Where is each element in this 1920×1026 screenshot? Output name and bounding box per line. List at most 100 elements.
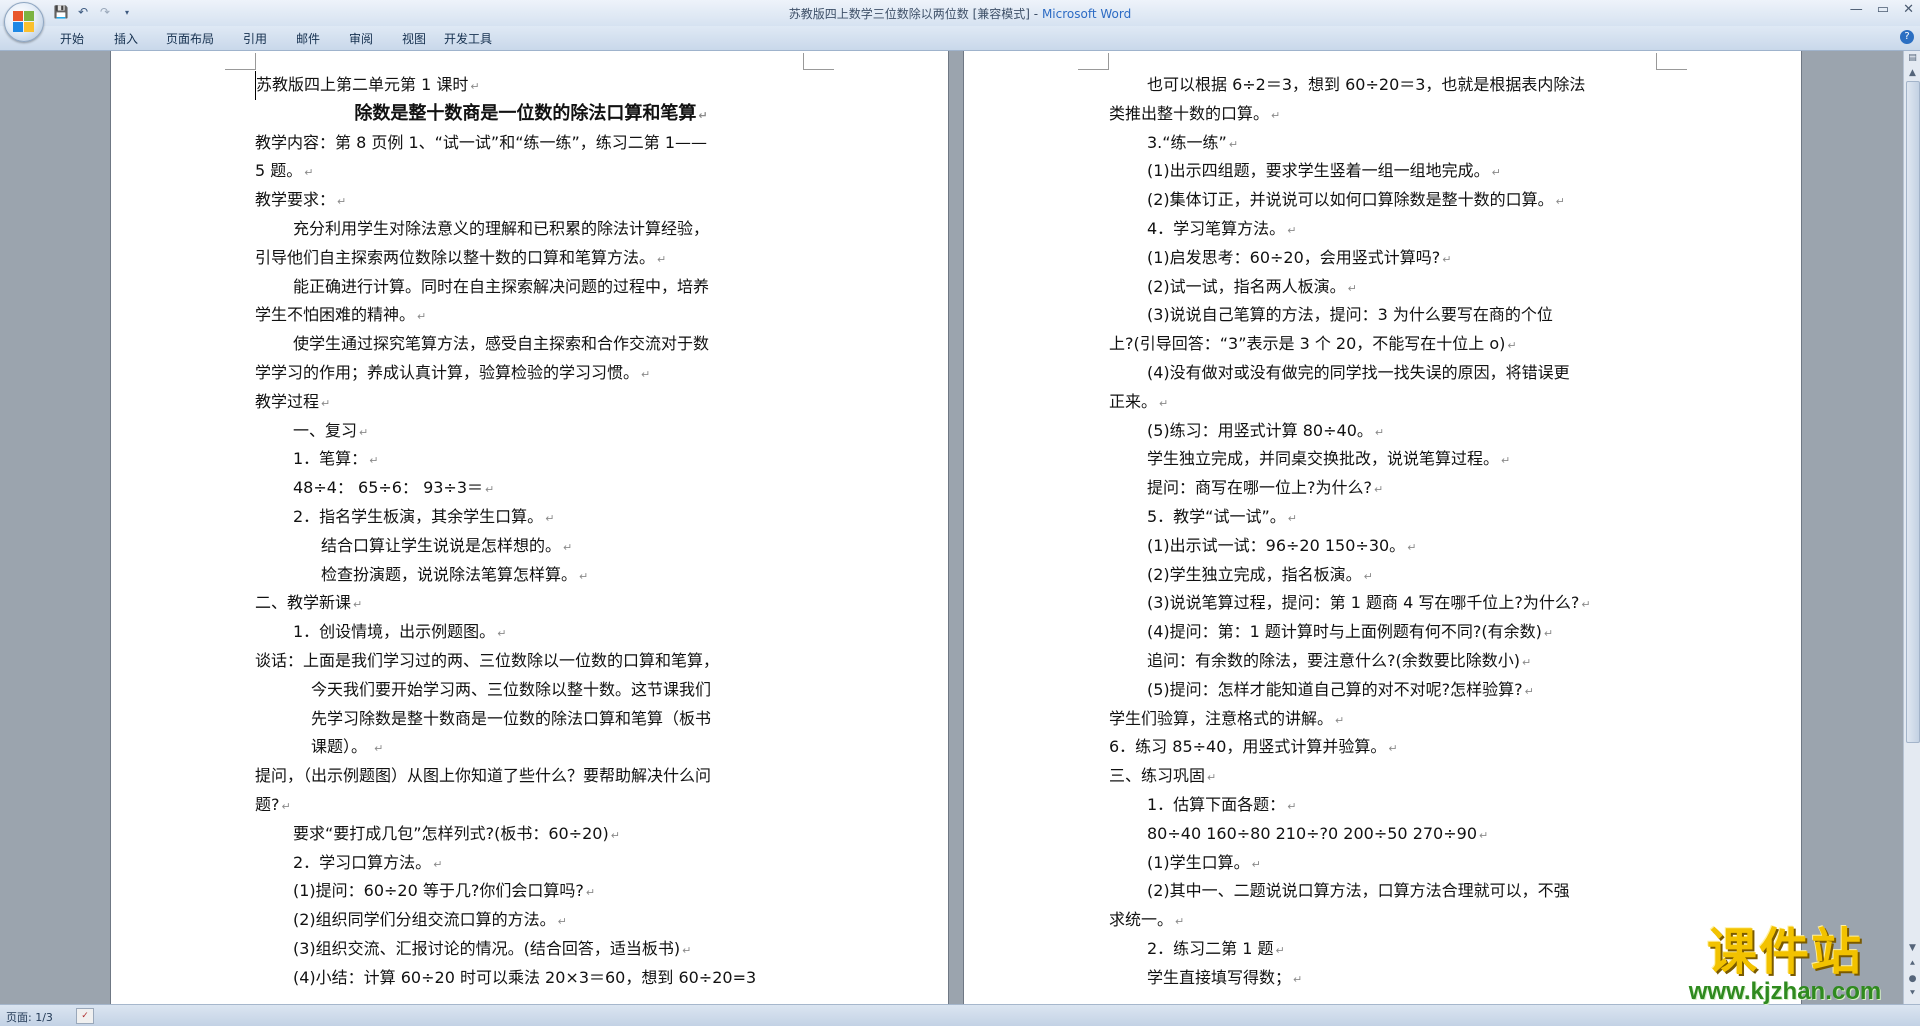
document-line: 学学习的作用；养成认真计算，验算检验的学习习惯。 ↵ [255,359,807,388]
line-text: (5)提问：怎样才能知道自己算的对不对呢?怎样验算? [1147,679,1523,699]
line-text: 5．教学“试一试”。 [1147,506,1286,526]
crop-mark [1078,53,1109,70]
scrollbar-thumb[interactable] [1906,81,1920,743]
select-browse-object-icon[interactable]: ● [1905,972,1920,987]
crop-mark [225,53,256,70]
document-line: (3)说说自己笔算的方法，提问：3 为什么要写在商的个位 [1109,301,1661,330]
tab-references[interactable]: 引用 [243,30,296,47]
line-text: 学生直接填写得数； [1147,967,1292,987]
document-line: 能正确进行计算。同时在自主探索解决问题的过程中，培养 [255,273,807,302]
paragraph-mark-icon: ↵ [579,569,589,583]
paragraph-mark-icon: ↵ [359,425,369,439]
document-line: 2．学习口算方法。 ↵ [255,849,807,878]
line-text: 也可以根据 6÷2＝3，想到 60÷20＝3，也就是根据表内除法 [1147,75,1586,94]
paragraph-mark-icon: ↵ [585,886,596,900]
tab-developer[interactable]: 开发工具 [444,30,492,47]
line-text: (3)组织交流、汇报讨论的情况。(结合回答，适当板书) [293,938,681,958]
previous-page-icon[interactable]: ⯅ [1905,957,1920,972]
line-text: 教学要求： [255,190,336,210]
page-number-indicator[interactable]: 页面: 1/3 [6,1009,53,1025]
document-line: 5．教学“试一试”。 ↵ [1109,503,1661,532]
minimize-button[interactable]: — [1850,2,1863,17]
line-text: (1)出示试一试：96÷20 150÷30。 [1147,535,1406,555]
line-text: (2)试一试，指名两人板演。 [1147,276,1346,296]
document-line: (2)试一试，指名两人板演。 ↵ [1109,273,1661,302]
document-line: 80÷40 160÷80 210÷?0 200÷50 270÷90 ↵ [1109,820,1661,849]
line-text: (2)其中一、二题说说口算方法，口算方法合理就可以，不强 [1147,881,1570,901]
document-line: (2)学生独立完成，指名板演。 ↵ [1109,561,1661,590]
paragraph-mark-icon: ↵ [1543,627,1554,641]
paragraph-mark-icon: ↵ [1293,972,1303,986]
line-text: 学生不怕困难的精神。 [255,305,416,325]
line-text: 正来。 [1109,391,1158,411]
line-text: 能正确进行计算。同时在自主探索解决问题的过程中，培养 [293,276,710,296]
tab-view[interactable]: 视图 [402,30,444,47]
document-line: 学生独立完成，并同桌交换批改，说说笔算过程。 ↵ [1109,445,1661,474]
document-line: 教学内容：第 8 页例 1、“试一试”和“练一练”，练习二第 1—— [255,129,807,158]
tab-review[interactable]: 审阅 [349,30,402,47]
tab-mailings[interactable]: 邮件 [296,30,349,47]
ribbon-tab-bar: 开始 插入 页面布局 引用 邮件 审阅 视图 开发工具 ? [0,26,1920,51]
close-button[interactable]: ✕ [1903,2,1914,17]
tab-page-layout[interactable]: 页面布局 [166,30,243,47]
document-line: 学生直接填写得数； ↵ [1109,964,1661,993]
paragraph-mark-icon: ↵ [1442,252,1452,266]
document-line: (1)启发思考：60÷20，会用竖式计算吗? ↵ [1109,244,1661,273]
next-page-icon[interactable]: ⯆ [1905,987,1920,1002]
document-line: 学生们验算，注意格式的讲解。 ↵ [1109,705,1661,734]
help-icon[interactable]: ? [1900,30,1914,44]
line-text: 1．创设情境，出示例题图。 [293,622,496,642]
document-line: (3)说说笔算过程，提问：第 1 题商 4 写在哪千位上?为什么? ↵ [1109,589,1661,618]
scroll-up-icon[interactable]: ▲ [1905,66,1920,81]
paragraph-mark-icon: ↵ [1335,713,1345,727]
document-line: 学生不怕困难的精神。 ↵ [255,301,807,330]
line-text: 5 题。 [255,161,303,181]
paragraph-mark-icon: ↵ [557,915,567,929]
paragraph-mark-icon: ↵ [1491,166,1501,180]
line-text: (3)说说笔算过程，提问：第 1 题商 4 写在哪千位上?为什么? [1147,593,1580,613]
document-line: 引导他们自主探索两位数除以整十数的口算和笔算方法。 ↵ [255,244,807,273]
maximize-button[interactable]: ▭ [1877,2,1889,17]
paragraph-mark-icon: ↵ [641,367,651,381]
paragraph-mark-icon: ↵ [1287,799,1297,813]
document-line: 题? ↵ [255,791,807,820]
tab-home[interactable]: 开始 [60,30,114,47]
document-line: 今天我们要开始学习两、三位数除以整十数。这节课我们 [255,676,807,705]
scroll-down-icon[interactable]: ▼ [1905,941,1920,956]
document-line: 结合口算让学生说说是怎样想的。 ↵ [255,532,807,561]
document-line: 也可以根据 6÷2＝3，想到 60÷20＝3，也就是根据表内除法 [1109,71,1661,100]
paragraph-mark-icon: ↵ [1374,425,1385,439]
paragraph-mark-icon: ↵ [610,828,620,842]
vertical-scrollbar[interactable]: ▤ ▲ ▼ ⯅ ● ⯆ [1903,51,1920,1004]
document-line: 二、教学新课 ↵ [255,589,807,618]
document-page-left[interactable]: 苏教版四上第二单元第 1 课时 ↵ 除数是整十数商是一位数的除法口算和笔算 ↵ 教学内容… [111,51,948,1004]
line-text: 2．指名学生板演，其余学生口算。 [293,506,544,526]
line-text: 学学习的作用；养成认真计算，验算检验的学习习惯。 [255,362,640,382]
line-text: 检查扮演题，说说除法笔算怎样算。 [321,564,578,584]
paragraph-mark-icon: ↵ [657,252,667,266]
document-line: 正来。 ↵ [1109,388,1661,417]
crop-mark [803,53,834,70]
document-line: 1．创设情境，出示例题图。 ↵ [255,618,807,647]
line-text: (2)组织同学们分组交流口算的方法。 [293,910,556,930]
document-page-right[interactable]: 也可以根据 6÷2＝3，想到 60÷20＝3，也就是根据表内除法 类推出整十数的口… [964,51,1801,1004]
document-line: (2)集体订正，并说说可以如何口算除数是整十数的口算。 ↵ [1109,186,1661,215]
paragraph-mark-icon: ↵ [1287,223,1297,237]
paragraph-mark-icon: ↵ [1347,281,1357,295]
ruler-toggle-icon[interactable]: ▤ [1905,51,1920,66]
line-text: (1)学生口算。 [1147,852,1250,872]
office-button[interactable] [4,2,44,42]
line-text: 80÷40 160÷80 210÷?0 200÷50 270÷90 [1147,823,1477,843]
document-line: 使学生通过探究笔算方法，感受自主探索和合作交流对于数 [255,330,807,359]
paragraph-mark-icon: ↵ [485,483,495,497]
tab-insert[interactable]: 插入 [114,30,166,47]
line-text: 上?(引导回答：“3”表示是 3 个 20，不能写在十位上 o) [1109,334,1506,354]
document-line: (1)学生口算。 ↵ [1109,849,1661,878]
page-text-left: 苏教版四上第二单元第 1 课时 ↵ 除数是整十数商是一位数的除法口算和笔算 ↵ 教学内容… [255,71,807,993]
line-text: (1)提问：60÷20 等于几?你们会口算吗? [293,881,584,901]
paragraph-mark-icon: ↵ [1251,857,1261,871]
line-text: (2)学生独立完成，指名板演。 [1147,564,1362,584]
proofing-icon[interactable]: ✓ [76,1008,94,1024]
paragraph-mark-icon: ↵ [1271,108,1281,122]
document-line: 1．估算下面各题： ↵ [1109,791,1661,820]
